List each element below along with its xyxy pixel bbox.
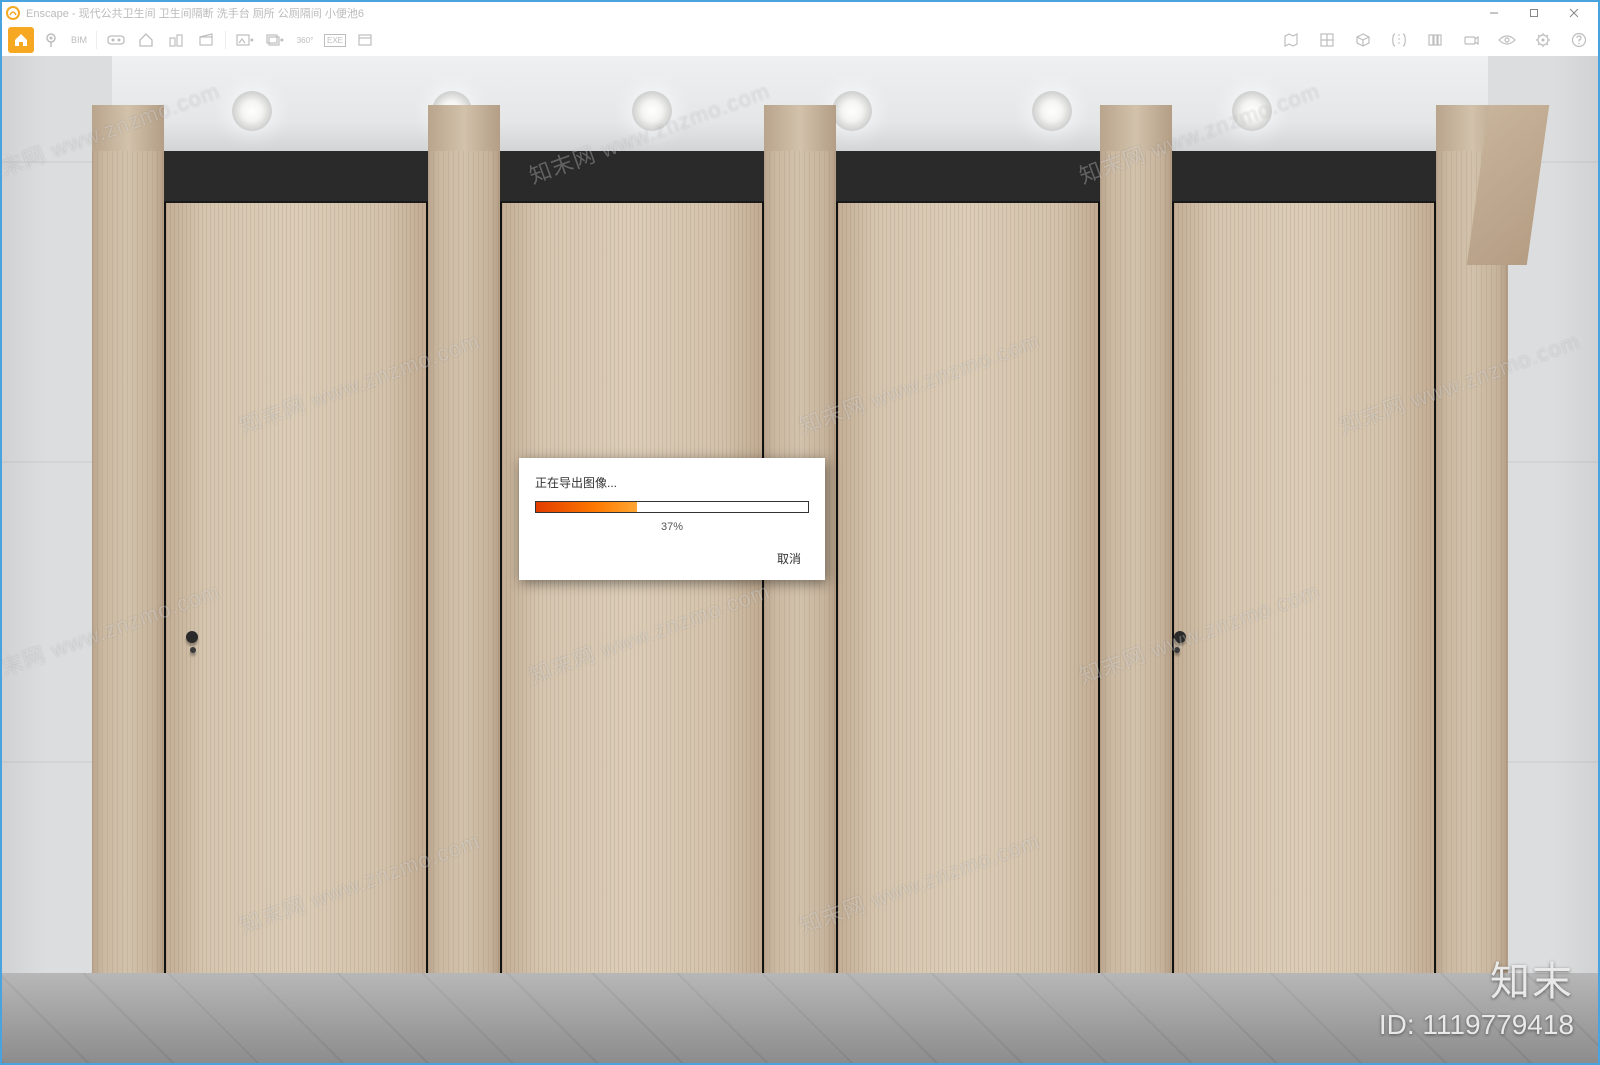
window-controls — [1474, 2, 1594, 24]
views-icon — [1427, 32, 1443, 48]
minimize-button[interactable] — [1474, 2, 1514, 24]
window-title: Enscape - 现代公共卫生间 卫生间隔断 洗手台 厕所 公厕隔间 小便池6 — [26, 5, 1474, 21]
cube-icon — [1355, 32, 1371, 48]
visibility-icon — [1498, 33, 1516, 47]
panorama-button[interactable]: 360° — [292, 27, 318, 53]
scene-pillar — [428, 151, 500, 981]
export-batch-icon — [266, 32, 284, 48]
scene-pillar — [92, 151, 164, 981]
batch-render-button[interactable] — [262, 27, 288, 53]
export-web-button[interactable] — [352, 27, 378, 53]
scene-stall-door — [1172, 201, 1436, 981]
maximize-button[interactable] — [1514, 2, 1554, 24]
home-button[interactable] — [8, 27, 34, 53]
scene-stall-door — [836, 201, 1100, 981]
title-bar: Enscape - 现代公共卫生间 卫生间隔断 洗手台 厕所 公厕隔间 小便池6 — [2, 2, 1598, 24]
buildings-icon — [168, 32, 184, 48]
cancel-button[interactable]: 取消 — [769, 547, 809, 570]
clapboard-icon — [198, 32, 214, 48]
compare-icon — [1390, 32, 1408, 48]
export-exe-icon: EXE — [324, 34, 346, 47]
ceiling-light-icon — [1032, 91, 1072, 131]
asset-library-icon — [1319, 32, 1335, 48]
orbit-button[interactable] — [1350, 27, 1376, 53]
export-web-icon — [357, 32, 373, 48]
ceiling-light-icon — [832, 91, 872, 131]
progress-percent-label: 37% — [535, 521, 809, 533]
settings-icon — [1535, 32, 1551, 48]
camera-icon — [1463, 32, 1479, 48]
ceiling-light-icon — [232, 91, 272, 131]
bim-label: BIM — [68, 35, 90, 45]
render-viewport[interactable]: 知末网 www.znzmo.com 知末网 www.znzmo.com 知末网 … — [2, 56, 1598, 1063]
export-image-icon — [236, 32, 254, 48]
app-logo-icon — [6, 6, 20, 20]
single-building-button[interactable] — [133, 27, 159, 53]
panorama-360-icon: 360° — [294, 36, 317, 45]
home-icon — [13, 32, 29, 48]
toolbar-left-group: BIM 360° EX — [8, 27, 378, 53]
help-icon — [1571, 32, 1587, 48]
minimap-button[interactable] — [1278, 27, 1304, 53]
map-icon — [1283, 32, 1299, 48]
vr-button[interactable] — [103, 27, 129, 53]
help-button[interactable] — [1566, 27, 1592, 53]
favorites-button[interactable] — [38, 27, 64, 53]
ceiling-light-icon — [1232, 91, 1272, 131]
scene-stall-door — [500, 201, 764, 981]
progress-fill — [536, 502, 637, 512]
asset-library-button[interactable] — [1314, 27, 1340, 53]
scene-stall-door — [164, 201, 428, 981]
export-exe-button[interactable]: EXE — [322, 27, 348, 53]
toolbar-separator — [96, 31, 97, 49]
dialog-title: 正在导出图像... — [535, 474, 809, 491]
scene-pillar — [1436, 151, 1508, 981]
pin-icon — [43, 32, 59, 48]
video-button[interactable] — [193, 27, 219, 53]
main-toolbar: BIM 360° EX — [2, 24, 1598, 56]
settings-button[interactable] — [1530, 27, 1556, 53]
export-progress-dialog: 正在导出图像... 37% 取消 — [519, 458, 825, 580]
compare-button[interactable] — [1386, 27, 1412, 53]
toolbar-separator — [225, 31, 226, 49]
house-outline-icon — [138, 32, 154, 48]
toolbar-right-group — [1278, 27, 1592, 53]
close-button[interactable] — [1554, 2, 1594, 24]
app-window: Enscape - 现代公共卫生间 卫生间隔断 洗手台 厕所 公厕隔间 小便池6… — [0, 0, 1600, 1065]
views-button[interactable] — [1422, 27, 1448, 53]
scene-floor — [2, 973, 1598, 1063]
screenshot-button[interactable] — [232, 27, 258, 53]
ceiling-light-icon — [632, 91, 672, 131]
site-context-button[interactable] — [163, 27, 189, 53]
camera-button[interactable] — [1458, 27, 1484, 53]
progress-bar — [535, 501, 809, 513]
vr-goggles-icon — [107, 33, 125, 47]
dialog-actions: 取消 — [535, 547, 809, 570]
scene-pillar — [1100, 151, 1172, 981]
visibility-button[interactable] — [1494, 27, 1520, 53]
